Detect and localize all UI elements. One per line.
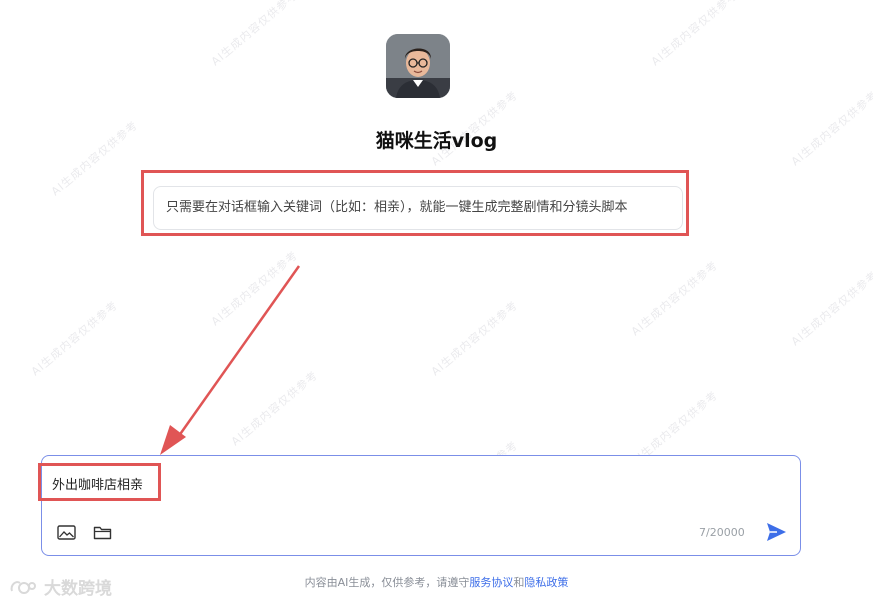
character-count: 7/20000 (699, 526, 745, 539)
watermark-text: AI生成内容仅供参考 (208, 248, 301, 329)
folder-icon[interactable] (92, 523, 112, 541)
avatar-icon (386, 34, 450, 98)
watermark-text: AI生成内容仅供参考 (648, 0, 741, 69)
watermark-text: AI生成内容仅供参考 (208, 0, 301, 69)
privacy-policy-link[interactable]: 隐私政策 (524, 576, 568, 589)
image-icon[interactable] (56, 523, 76, 541)
watermark-text: AI生成内容仅供参考 (628, 258, 721, 339)
watermark-brand: 大数跨境 (8, 574, 112, 599)
bot-title: 猫咪生活vlog (375, 130, 498, 152)
send-button[interactable] (764, 520, 788, 544)
watermark-text: AI生成内容仅供参考 (428, 298, 521, 379)
send-icon (767, 523, 786, 541)
page: AI生成内容仅供参考 AI生成内容仅供参考 AI生成内容仅供参考 AI生成内容仅… (0, 0, 873, 603)
footer-prefix: 内容由AI生成，仅供参考，请遵守 (304, 576, 470, 589)
footer-and: 和 (513, 576, 525, 589)
brand-text: 大数跨境 (44, 579, 112, 599)
footer-disclaimer: 内容由AI生成，仅供参考，请遵守服务协议和隐私政策 (0, 574, 873, 590)
watermark-text: AI生成内容仅供参考 (28, 298, 121, 379)
bot-avatar (386, 34, 450, 98)
service-agreement-link[interactable]: 服务协议 (469, 576, 513, 589)
brand-logo-icon (10, 580, 36, 594)
annotation-box-input (38, 463, 161, 501)
watermark-text: AI生成内容仅供参考 (228, 368, 321, 449)
watermark-text: AI生成内容仅供参考 (788, 268, 873, 349)
annotation-box-hint (141, 170, 689, 236)
